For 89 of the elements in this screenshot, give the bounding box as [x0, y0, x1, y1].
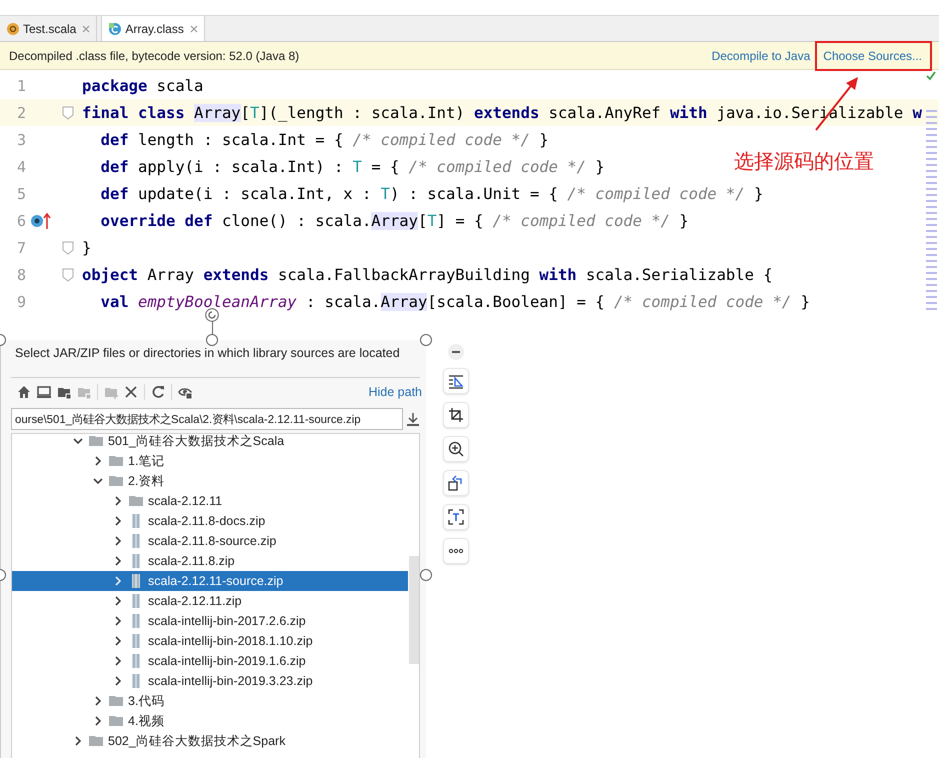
folder-icon — [89, 734, 103, 748]
folder-icon[interactable] — [57, 385, 71, 399]
resize-handle[interactable] — [420, 334, 432, 346]
banner-link[interactable]: Choose Sources... — [823, 48, 922, 62]
tree-item[interactable]: 2.资料 — [12, 471, 408, 491]
archive-icon — [129, 654, 143, 668]
zoom-in-icon — [448, 441, 464, 457]
line-number: 2 — [16, 104, 26, 122]
rotate-icon — [448, 475, 464, 491]
line-number: 4 — [16, 158, 26, 176]
tree-item[interactable]: scala-2.12.11.zip — [12, 591, 408, 611]
line-number: 6 — [16, 212, 26, 230]
tree-item[interactable]: 502_尚硅谷大数据技术之Spark — [12, 731, 408, 751]
archive-icon — [129, 634, 143, 648]
folder-icon — [129, 494, 143, 508]
decompiled-notice: Decompiled .class file, bytecode version: 52.0 (Java 8) — [9, 48, 300, 62]
scala-file-icon — [6, 22, 20, 36]
tree-item[interactable]: scala-intellij-bin-2018.1.10.zip — [12, 631, 408, 651]
line-number: 8 — [16, 266, 26, 284]
desktop-icon[interactable] — [37, 385, 51, 399]
archive-icon — [129, 554, 143, 568]
zoom-in-button[interactable] — [443, 436, 469, 462]
folder-icon — [109, 694, 123, 708]
scrollbar-thumb[interactable] — [409, 556, 419, 664]
code-line: def length : scala.Int = { /* compiled code */ } — [100, 130, 549, 148]
home-icon[interactable] — [17, 385, 31, 399]
ruler-button[interactable] — [443, 368, 469, 394]
fold-marker-icon[interactable] — [62, 106, 74, 120]
tree-item[interactable]: scala-intellij-bin-2019.3.23.zip — [12, 671, 408, 691]
code-line: } — [82, 238, 92, 256]
fold-marker-icon[interactable] — [62, 240, 74, 254]
delete-icon[interactable] — [124, 385, 138, 399]
tree-item[interactable]: 1.笔记 — [12, 451, 408, 471]
ruler-icon — [448, 373, 464, 389]
minus-icon[interactable] — [448, 344, 464, 360]
tree-item[interactable]: scala-2.11.8-source.zip — [12, 531, 408, 551]
archive-icon — [129, 574, 143, 588]
hide-path-link[interactable]: Hide path — [368, 385, 422, 399]
code-line: def update(i : scala.Int, x : T) : scala.Unit = { /* compiled code */ } — [100, 184, 764, 202]
archive-icon — [129, 594, 143, 608]
archive-icon — [129, 534, 143, 548]
archive-icon — [129, 514, 143, 528]
banner-link[interactable]: Decompile to Java — [712, 48, 810, 62]
archive-icon — [129, 674, 143, 688]
line-number: 3 — [16, 130, 26, 148]
code-line: def apply(i : scala.Int) : T = { /* compiled code */ } — [100, 158, 605, 176]
download-icon[interactable] — [407, 412, 419, 426]
text-recognition-button[interactable] — [443, 504, 469, 530]
fold-marker-icon[interactable] — [62, 268, 74, 282]
crop-icon — [448, 407, 464, 423]
tree-item[interactable]: scala-2.12.11-source.zip — [12, 571, 408, 591]
dialog-description: Select JAR/ZIP files or directories in which library sources are located — [14, 345, 401, 362]
override-marker-icon — [30, 210, 52, 230]
editor-tab[interactable]: Test.scala — [0, 16, 98, 41]
more-button[interactable] — [443, 538, 469, 564]
tree-item[interactable]: scala-intellij-bin-2017.2.6.zip — [12, 611, 408, 631]
close-icon[interactable] — [190, 24, 198, 32]
rotate-button[interactable] — [443, 470, 469, 496]
tree-item[interactable]: scala-2.11.8-docs.zip — [12, 511, 408, 531]
tree-item[interactable]: 501_尚硅谷大数据技术之Scala — [12, 434, 408, 451]
line-number: 9 — [16, 292, 26, 310]
code-line: override def clone() : scala.Array[T] = { /* compiled code */ } — [100, 212, 689, 230]
editor-tab[interactable]: Array.class — [101, 16, 205, 41]
path-field[interactable]: ourse\501_尚硅谷大数据技术之Scala\2.资料\scala-2.12.11-source.zip — [11, 408, 403, 430]
folder-icon — [109, 714, 123, 728]
line-number: 1 — [16, 76, 26, 94]
folder-icon — [89, 434, 103, 448]
folder-icon — [109, 474, 123, 488]
text-recognition-icon — [448, 509, 464, 525]
tree-item[interactable]: scala-2.11.8.zip — [12, 551, 408, 571]
archive-icon — [129, 614, 143, 628]
line-number: 7 — [16, 238, 26, 256]
tree-item[interactable]: scala-2.12.11 — [12, 491, 408, 511]
tab-label: Array.class — [125, 22, 184, 36]
line-number: 5 — [16, 184, 26, 202]
tree-item[interactable]: scala-intellij-bin-2019.1.6.zip — [12, 651, 408, 671]
code-line: package scala — [82, 76, 204, 94]
folder-icon — [109, 454, 123, 468]
resize-handle[interactable] — [206, 334, 218, 346]
crop-button[interactable] — [443, 402, 469, 428]
tree-item[interactable]: 3.代码 — [12, 691, 408, 711]
class-file-icon — [108, 22, 122, 36]
code-line: val emptyBooleanArray : scala.Array[scala.Boolean] = { /* compiled code */ } — [100, 292, 810, 310]
code-line: object Array extends scala.FallbackArrayBuilding with scala.Serializable { — [82, 266, 773, 284]
tree-item[interactable]: 4.视频 — [12, 711, 408, 731]
resize-handle[interactable] — [420, 569, 432, 581]
annotation-text: 选择源码的位置 — [734, 148, 874, 175]
refresh-icon[interactable] — [151, 385, 165, 399]
tab-label: Test.scala — [23, 22, 76, 36]
